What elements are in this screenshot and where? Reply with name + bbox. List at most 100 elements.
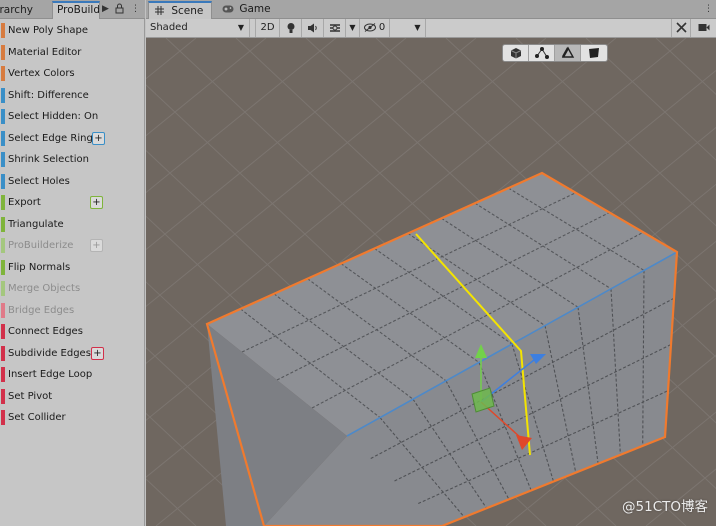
chevron-down-icon: ▼ (237, 23, 244, 32)
left-tab-bar: erarchy ProBuild ▶ ⋮ (0, 0, 145, 19)
probuilder-action-list: New Poly Shape Material Editor Vertex Colo… (0, 20, 145, 429)
probuilder-action-item[interactable]: New Poly Shape (0, 20, 145, 42)
category-color-bar (1, 345, 5, 361)
probuilder-action-item[interactable]: Select Edge Ring + (0, 128, 145, 150)
tools-icon[interactable] (671, 19, 691, 37)
probuilder-action-item[interactable]: Flip Normals (0, 257, 145, 279)
probuilder-action-item[interactable]: Vertex Colors (0, 63, 145, 85)
category-color-bar (1, 44, 5, 60)
camera-icon[interactable] (691, 19, 716, 37)
probuilder-selection-modes (502, 44, 608, 62)
action-label: Select Holes (8, 175, 70, 187)
tab-game[interactable]: Game (216, 1, 276, 19)
action-label: Shift: Difference (8, 89, 89, 101)
probuilder-action-item[interactable]: Export + (0, 192, 145, 214)
action-label: Select Edge Ring (8, 132, 93, 144)
vertex-mode-button[interactable] (529, 45, 555, 61)
probuilder-action-item[interactable]: Insert Edge Loop (0, 364, 145, 386)
action-label: Flip Normals (8, 261, 71, 273)
scene-tab-bar: Scene Game ⋮ (146, 0, 716, 19)
category-color-bar (1, 130, 5, 146)
edge-mode-button[interactable] (555, 45, 581, 61)
category-color-bar (1, 216, 5, 232)
action-label: Triangulate (8, 218, 64, 230)
category-color-bar (1, 238, 5, 253)
object-mode-icon (510, 48, 522, 59)
category-color-bar (1, 66, 5, 81)
panel-menu-icon[interactable]: ⋮ (131, 3, 140, 16)
action-label: Set Pivot (8, 390, 53, 402)
gamepad-icon (222, 3, 239, 15)
hidden-count: 0 (378, 22, 386, 33)
action-label: Merge Objects (8, 283, 81, 294)
probuilder-action-item[interactable]: Shift: Difference (0, 85, 145, 107)
speaker-icon[interactable] (302, 19, 324, 37)
watermark: @51CTO博客 (622, 499, 708, 515)
category-color-bar (1, 195, 5, 210)
action-label: Bridge Edges (8, 304, 75, 316)
effects-icon[interactable] (324, 19, 346, 37)
lightbulb-icon[interactable] (280, 19, 302, 37)
probuilder-action-item[interactable]: ProBuilderize + (0, 235, 145, 257)
category-color-bar (1, 23, 5, 38)
edge-mode-icon (561, 46, 575, 58)
category-color-bar (1, 109, 5, 124)
lock-icon[interactable] (115, 3, 124, 19)
scene-render[interactable] (146, 38, 716, 526)
mode-2d-toggle[interactable]: 2D (256, 19, 280, 37)
hidden-objects-icon[interactable]: 0 (360, 19, 390, 37)
action-label: Material Editor (8, 46, 82, 58)
action-label: Subdivide Edges (8, 347, 91, 359)
action-label: ProBuilderize (8, 240, 74, 251)
action-label: Set Collider (8, 412, 66, 423)
probuilder-action-item[interactable]: Material Editor (0, 42, 145, 64)
probuilder-action-item[interactable]: Select Holes (0, 171, 145, 193)
probuilder-action-item[interactable]: Set Pivot (0, 386, 145, 408)
scene-viewport[interactable]: @51CTO博客 (146, 38, 716, 526)
category-color-bar (1, 87, 5, 103)
options-plus-button[interactable]: + (92, 131, 105, 145)
action-label: Shrink Selection (8, 154, 89, 165)
scene-menu-icon[interactable]: ⋮ (704, 3, 713, 16)
category-color-bar (1, 173, 5, 189)
probuilder-action-item[interactable]: Select Hidden: On (0, 106, 145, 128)
vertex-mode-icon (535, 47, 549, 59)
probuilder-action-item[interactable]: Bridge Edges (0, 300, 145, 322)
probuilder-action-item[interactable]: Set Collider (0, 407, 145, 429)
action-label: Select Hidden: On (8, 111, 99, 122)
tab-scene[interactable]: Scene (148, 1, 212, 19)
probuilder-panel: erarchy ProBuild ▶ ⋮ New Poly Shape Mater… (0, 0, 145, 526)
category-color-bar (1, 152, 5, 167)
tab-hierarchy[interactable]: erarchy (0, 2, 50, 19)
face-mode-button[interactable] (581, 45, 607, 61)
gizmos-dropdown-icon[interactable]: ▼ (410, 19, 426, 37)
scene-toolbar: Shaded ▼ 2D ▼ 0 ▼ (146, 19, 716, 38)
object-mode-button[interactable] (503, 45, 529, 61)
scene-panel: Scene Game ⋮ Shaded ▼ 2D ▼ 0 ▼ @51CTO博客 (146, 0, 716, 526)
scene-grid-icon (155, 5, 171, 17)
action-label: Export (8, 197, 41, 208)
probuilder-action-item[interactable]: Triangulate (0, 214, 145, 236)
category-color-bar (1, 259, 5, 275)
tab-scroll-right-icon[interactable]: ▶ (102, 3, 109, 16)
category-color-bar (1, 324, 5, 339)
options-plus-button[interactable]: + (91, 346, 104, 360)
action-label: Connect Edges (8, 326, 83, 337)
action-label: Insert Edge Loop (8, 369, 93, 380)
face-mode-icon (589, 48, 599, 58)
probuilder-action-item[interactable]: Merge Objects (0, 278, 145, 300)
options-plus-button[interactable]: + (90, 196, 103, 209)
tab-probuilder[interactable]: ProBuild (52, 1, 100, 19)
action-label: Vertex Colors (8, 68, 75, 79)
options-plus-button[interactable]: + (90, 239, 103, 252)
category-color-bar (1, 388, 5, 404)
action-label: New Poly Shape (8, 25, 88, 36)
category-color-bar (1, 302, 5, 318)
category-color-bar (1, 367, 5, 382)
shading-mode-dropdown[interactable]: Shaded ▼ (146, 19, 250, 37)
category-color-bar (1, 410, 5, 425)
probuilder-action-item[interactable]: Shrink Selection (0, 149, 145, 171)
effects-dropdown-icon[interactable]: ▼ (346, 19, 360, 37)
probuilder-action-item[interactable]: Subdivide Edges + (0, 343, 145, 365)
probuilder-action-item[interactable]: Connect Edges (0, 321, 145, 343)
